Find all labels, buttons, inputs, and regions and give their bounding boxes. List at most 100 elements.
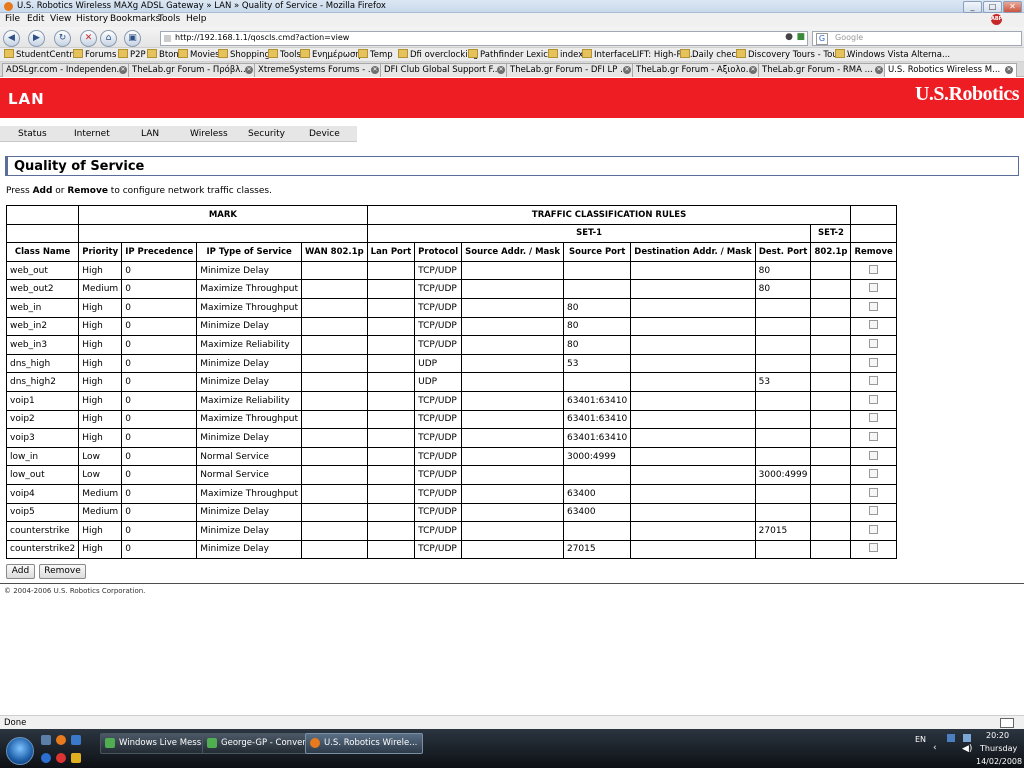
remove-checkbox[interactable] [869,283,879,293]
show-desktop-icon[interactable] [41,735,51,745]
taskbar-item[interactable]: George-GP - Conver... [202,733,320,754]
nav-wireless[interactable]: Wireless [190,129,228,139]
taskbar-item-active[interactable]: U.S. Robotics Wirele... [305,733,423,754]
remove-checkbox[interactable] [869,357,879,367]
remove-checkbox[interactable] [869,524,879,534]
bookmark-item[interactable]: Ενημέρωση [300,49,361,60]
browser-tab[interactable]: DFI Club Global Support F... ✕ [380,63,509,77]
address-bar[interactable]: http://192.168.1.1/qoscls.cmd?action=vie… [160,31,808,46]
table-cell: 3000:4999 [754,465,812,485]
stop-icon[interactable]: ✕ [80,30,97,47]
nav-security[interactable]: Security [248,129,285,139]
menu-tools[interactable]: Tools [158,14,180,24]
menu-bookmarks[interactable]: Bookmarks [110,14,160,24]
reload-icon[interactable]: ↻ [54,30,71,47]
tab-close-icon[interactable]: ✕ [875,66,883,74]
browser-tab[interactable]: XtremeSystems Forums - ... ✕ [254,63,383,77]
bookmark-item[interactable]: Discovery Tours - Tour... [736,49,849,60]
remove-checkbox[interactable] [869,413,879,423]
tab-close-icon[interactable]: ✕ [1005,66,1013,74]
remove-checkbox[interactable] [869,320,879,330]
remove-checkbox[interactable] [869,376,879,386]
ie-icon[interactable] [41,753,51,763]
app-icon[interactable] [71,753,81,763]
switch-windows-icon[interactable] [71,735,81,745]
tab-close-icon[interactable]: ✕ [623,66,631,74]
nav-status[interactable]: Status [18,129,47,139]
remove-checkbox[interactable] [869,450,879,460]
menu-help[interactable]: Help [186,14,207,24]
remove-checkbox[interactable] [869,338,879,348]
browser-tab[interactable]: ADSLgr.com - Independen... ✕ [2,63,131,77]
bookmark-item[interactable]: Dfi overclocking [398,49,478,60]
adblock-icon[interactable]: ABP [991,14,1002,25]
menu-edit[interactable]: Edit [27,14,44,24]
messenger-icon [105,738,115,748]
browser-tab[interactable]: TheLab.gr Forum - RMA ... ✕ [758,63,887,77]
bookmark-item[interactable]: Pathfinder Lexicon [468,49,559,60]
menu-view[interactable]: View [50,14,71,24]
add-button[interactable]: Add [6,564,35,579]
forward-icon[interactable]: ▶ [28,30,45,47]
remove-checkbox[interactable] [869,543,879,553]
search-input[interactable]: G Google [812,31,1022,46]
remove-checkbox[interactable] [869,487,879,497]
browser-tab[interactable]: TheLab.gr Forum - Πρόβλ... ✕ [128,63,257,77]
remove-checkbox[interactable] [869,264,879,274]
bookmark-item[interactable]: Tools [268,49,301,60]
maximize-button[interactable]: □ [983,1,1002,13]
bookmark-item[interactable]: Daily check [680,49,741,60]
language-indicator[interactable]: EN [915,735,926,744]
nav-lan[interactable]: LAN [141,129,159,139]
taskbar-item[interactable]: Windows Live Mess... [100,733,218,754]
home-icon[interactable]: ⌂ [100,30,117,47]
google-icon[interactable]: G [816,33,828,45]
tab-close-icon[interactable]: ✕ [371,66,379,74]
remove-checkbox[interactable] [869,394,879,404]
back-icon[interactable]: ◀ [3,30,20,47]
browser-tab[interactable]: TheLab.gr Forum - DFI LP ... ✕ [506,63,635,77]
browser-tab-active[interactable]: U.S. Robotics Wireless M... ✕ [884,63,1017,77]
remove-button[interactable]: Remove [39,564,86,579]
tab-close-icon[interactable]: ✕ [749,66,757,74]
browser-tab[interactable]: TheLab.gr Forum - Αξιολο... ✕ [632,63,761,77]
url-text[interactable]: http://192.168.1.1/qoscls.cmd?action=vie… [175,33,349,42]
bookmark-item[interactable]: Windows Vista Alterna... [835,49,950,60]
bookmark-item[interactable]: Forums [73,49,116,60]
bookmark-item[interactable]: P2P [118,49,146,60]
network-icon[interactable] [963,734,971,742]
volume-icon[interactable]: ◀) [962,744,972,754]
firefox-icon[interactable] [56,735,66,745]
nav-device[interactable]: Device [309,129,340,139]
column-header: Priority [78,242,123,262]
menu-history[interactable]: History [76,14,108,24]
tab-close-icon[interactable]: ✕ [245,66,253,74]
screenshot-icon[interactable]: ▣ [124,30,141,47]
mail-icon[interactable] [1000,718,1014,728]
app-icon[interactable] [56,753,66,763]
table-cell: 0 [121,279,198,299]
bookmark-item[interactable]: index [548,49,583,60]
menu-file[interactable]: File [5,14,20,24]
bookmark-item[interactable]: Temp [358,49,393,60]
remove-checkbox[interactable] [869,301,879,311]
close-button[interactable]: ✕ [1003,1,1022,13]
start-button[interactable] [6,737,34,765]
bookmark-item[interactable]: Movies [178,49,220,60]
tray-icon[interactable] [947,734,955,742]
remove-checkbox[interactable] [869,431,879,441]
bookmark-item[interactable]: Shopping [218,49,270,60]
remove-checkbox[interactable] [869,469,879,479]
bookmark-item[interactable]: InterfaceLIFT: High-Re... [582,49,695,60]
go-icon[interactable]: ● [785,32,793,42]
minimize-button[interactable]: _ [963,1,982,13]
tab-close-icon[interactable]: ✕ [119,66,127,74]
bookmark-item[interactable]: Bton [147,49,179,60]
nav-internet[interactable]: Internet [74,129,110,139]
table-cell [810,353,852,374]
rss-icon[interactable]: ■ [796,32,805,42]
bookmark-item[interactable]: StudentCentral [4,49,80,60]
tab-close-icon[interactable]: ✕ [497,66,505,74]
chevron-left-icon[interactable]: ‹ [933,743,937,753]
remove-checkbox[interactable] [869,506,879,516]
